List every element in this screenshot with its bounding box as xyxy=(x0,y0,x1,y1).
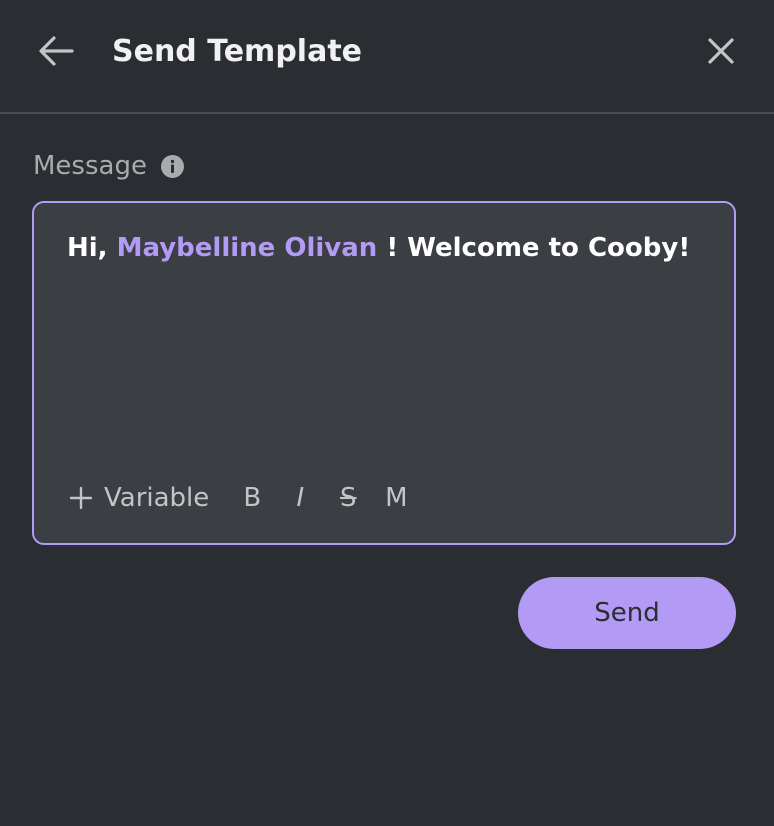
message-editor[interactable]: Hi, Maybelline Olivan ! Welcome to Cooby… xyxy=(32,201,736,545)
add-variable-button[interactable]: Variable xyxy=(70,483,209,513)
message-label-row: Message xyxy=(33,148,184,184)
strikethrough-button[interactable]: S xyxy=(335,483,361,513)
close-icon xyxy=(707,37,735,69)
variable-chip[interactable]: Maybelline Olivan xyxy=(117,233,378,263)
format-toolbar: Variable B I S M xyxy=(70,478,431,518)
info-icon[interactable] xyxy=(160,154,184,178)
page-title: Send Template xyxy=(112,34,363,69)
message-label: Message xyxy=(33,151,147,181)
panel-header: Send Template xyxy=(0,0,774,114)
back-button[interactable] xyxy=(34,32,78,74)
bold-button[interactable]: B xyxy=(239,483,265,513)
italic-button[interactable]: I xyxy=(287,483,313,513)
message-prefix: Hi, xyxy=(67,233,117,263)
arrow-left-icon xyxy=(38,35,74,71)
message-text[interactable]: Hi, Maybelline Olivan ! Welcome to Cooby… xyxy=(67,229,707,267)
message-suffix: ! Welcome to Cooby! xyxy=(377,233,691,263)
send-button[interactable]: Send xyxy=(518,577,736,649)
add-variable-label: Variable xyxy=(104,483,210,513)
monospace-button[interactable]: M xyxy=(383,483,409,513)
close-button[interactable] xyxy=(700,32,742,74)
plus-icon xyxy=(70,487,92,509)
